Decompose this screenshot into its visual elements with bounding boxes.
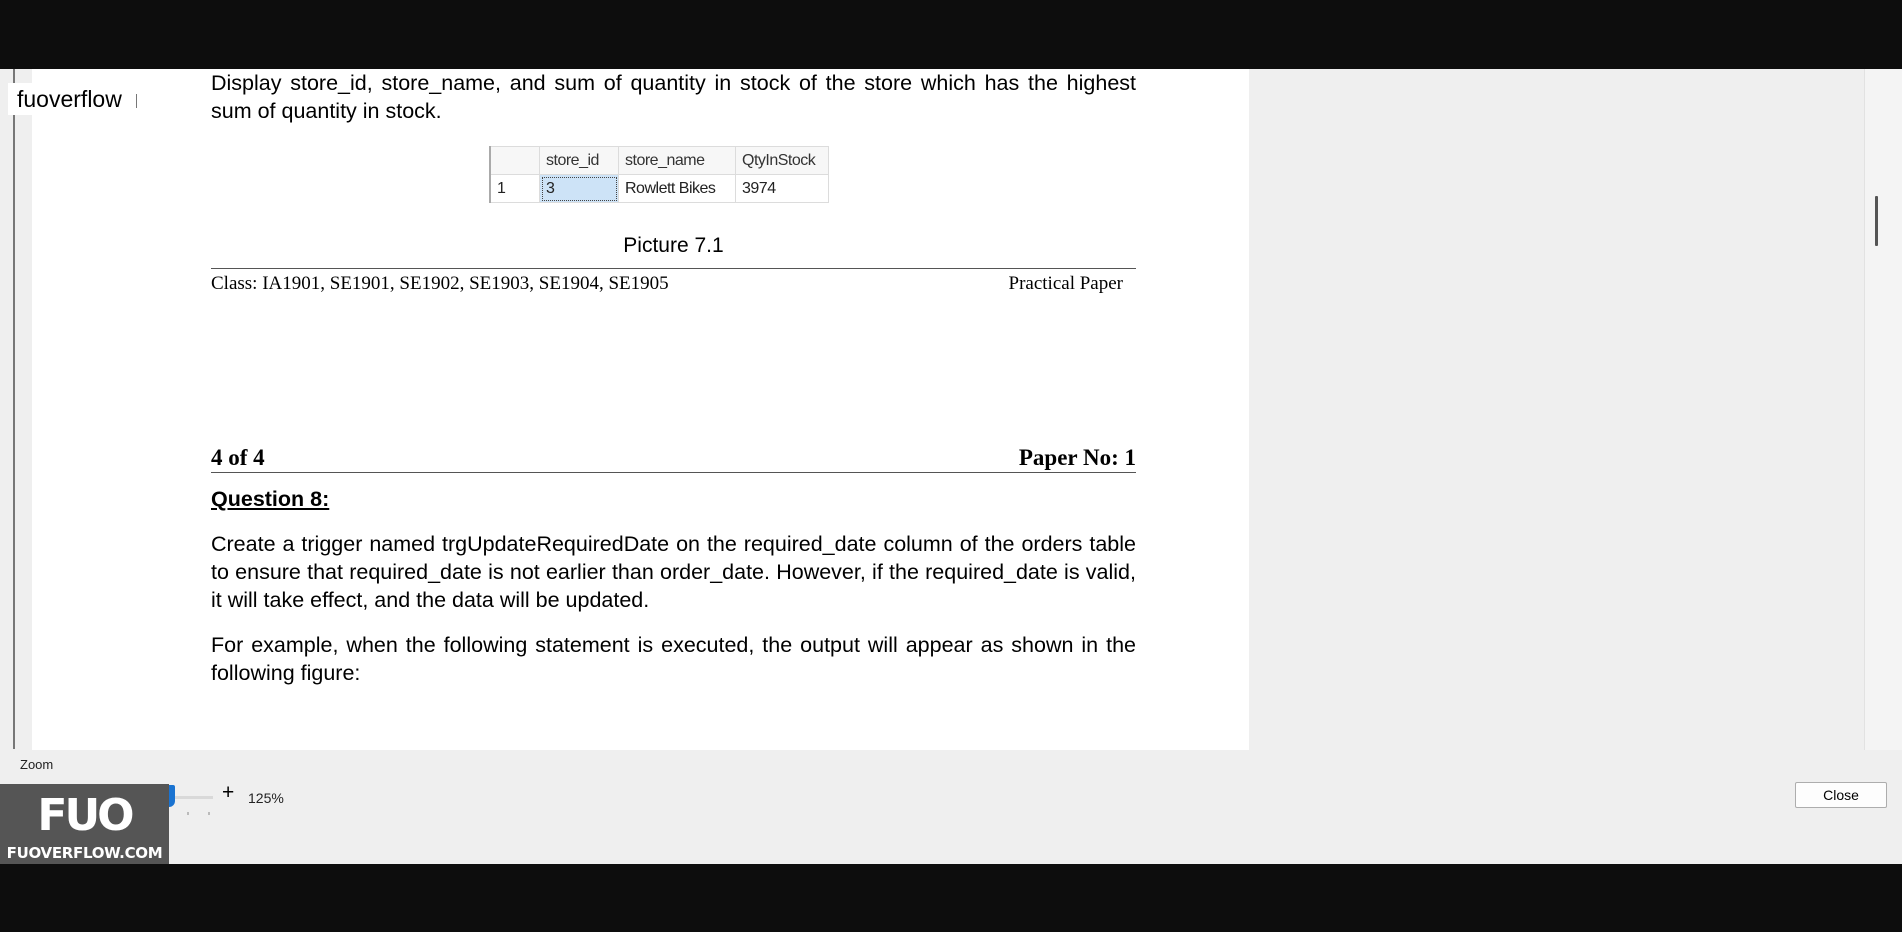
row-number: 1 — [489, 174, 540, 203]
page-footer: Class: IA1901, SE1901, SE1902, SE1903, S… — [211, 273, 1123, 295]
zoom-value: 125% — [248, 790, 284, 806]
brand-watermark: FUO FUOVERFLOW.COM — [0, 784, 169, 864]
question-8-title: Question 8: — [211, 487, 330, 511]
result-grid-header: store_id store_name QtyInStock — [489, 146, 829, 175]
close-button[interactable]: Close — [1795, 782, 1887, 808]
window-left-border — [13, 69, 15, 749]
table-cell-qty: 3974 — [735, 174, 829, 203]
footer-paper-type: Practical Paper — [1008, 273, 1123, 294]
side-panel — [1249, 69, 1864, 750]
column-header: QtyInStock — [735, 146, 829, 175]
row-header-corner — [489, 146, 540, 175]
table-cell-store-name: Rowlett Bikes — [618, 174, 736, 203]
zoom-in-button[interactable]: + — [222, 781, 234, 805]
text-cursor — [135, 93, 137, 108]
table-row: 1 3 Rowlett Bikes 3974 — [489, 174, 829, 203]
brand-text: FUOVERFLOW.COM — [6, 844, 163, 862]
result-grid: store_id store_name QtyInStock 1 3 Rowle… — [489, 146, 829, 203]
figure-caption: Picture 7.1 — [623, 234, 724, 257]
watermark-text: fuoverflow — [17, 86, 122, 112]
document-page-area: Display store_id, store_name, and sum of… — [32, 69, 1249, 750]
header-rule — [211, 472, 1136, 473]
column-header: store_id — [539, 146, 619, 175]
page-number: 4 of 4 — [211, 445, 265, 470]
page-header: 4 of 4 Paper No: 1 — [211, 445, 1136, 471]
document-viewer-window: Display store_id, store_name, and sum of… — [0, 69, 1902, 864]
paper-number: Paper No: 1 — [1018, 445, 1136, 470]
vertical-scrollbar[interactable] — [1864, 69, 1902, 750]
column-header: store_name — [618, 146, 736, 175]
table-cell-store-id: 3 — [539, 174, 619, 203]
watermark-label: fuoverflow — [8, 83, 149, 115]
zoom-label: Zoom — [20, 757, 54, 772]
question-8-body: Create a trigger named trgUpdateRequired… — [211, 530, 1136, 704]
question-8-paragraph: Create a trigger named trgUpdateRequired… — [211, 532, 1136, 612]
brand-logo: FUO — [37, 790, 134, 841]
question-7-text: Display store_id, store_name, and sum of… — [211, 71, 1136, 123]
scrollbar-thumb[interactable] — [1875, 196, 1878, 246]
footer-rule — [211, 268, 1136, 269]
question-8-paragraph: For example, when the following statemen… — [211, 633, 1136, 685]
footer-class-list: Class: IA1901, SE1901, SE1902, SE1903, S… — [211, 273, 669, 294]
